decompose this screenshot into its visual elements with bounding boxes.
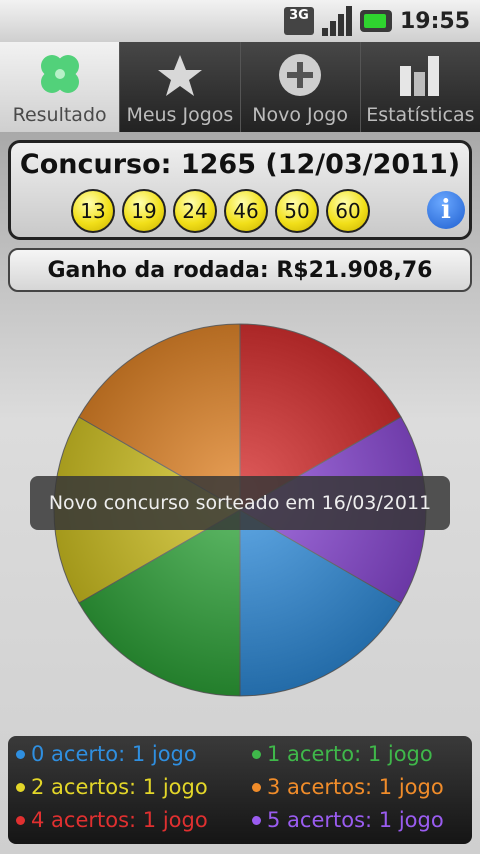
battery-charging-icon [359,10,392,32]
tab-bar: Resultado Meus Jogos Novo Jogo Estatísti… [0,42,480,132]
legend-dot [252,815,261,825]
result-panel: Concurso: 1265 (12/03/2011) 13 19 24 46 … [8,140,472,240]
number-ball: 60 [326,189,370,233]
status-time: 19:55 [399,8,470,34]
legend-label: 2 acertos: 1 jogo [31,775,208,799]
tab-label: Meus Jogos [126,104,234,126]
legend-panel: 0 acerto: 1 jogo 1 acerto: 1 jogo 2 acer… [8,736,472,844]
bar-chart-icon [394,52,446,98]
number-ball: 19 [122,189,166,233]
number-ball: 46 [224,189,268,233]
status-bar: 3G 19:55 [0,0,480,42]
legend-label: 3 acertos: 1 jogo [267,775,444,799]
tab-label: Estatísticas [366,104,475,126]
ganho-rodada: Ganho da rodada: R$21.908,76 [8,248,472,292]
drawn-numbers: 13 19 24 46 50 60 [71,189,370,233]
clover-icon [34,52,86,98]
concurso-title: Concurso: 1265 (12/03/2011) [19,149,461,180]
number-ball: 24 [173,189,217,233]
signal-icon [321,6,352,36]
legend-dot [16,749,25,759]
main-content: Concurso: 1265 (12/03/2011) 13 19 24 46 … [0,132,480,854]
info-button[interactable]: i [427,191,465,229]
legend-item: 1 acerto: 1 jogo [252,742,433,766]
legend-dot [16,815,25,825]
plus-icon [274,52,326,98]
legend-item: 0 acerto: 1 jogo [16,742,197,766]
network-type: 3G [289,8,309,23]
tab-resultado[interactable]: Resultado [0,42,120,132]
tab-novo-jogo[interactable]: Novo Jogo [239,42,360,132]
legend-dot [16,782,25,792]
toast-message: Novo concurso sorteado em 16/03/2011 [30,476,450,530]
legend-item: 5 acertos: 1 jogo [252,808,444,832]
legend-item: 2 acertos: 1 jogo [16,775,208,799]
tab-label: Resultado [12,104,107,126]
legend-dot [252,782,261,792]
legend-item: 3 acertos: 1 jogo [252,775,444,799]
number-ball: 13 [71,189,115,233]
legend-dot [252,749,261,759]
tab-label: Novo Jogo [252,104,348,126]
star-icon [154,52,206,98]
legend-label: 4 acertos: 1 jogo [31,808,208,832]
legend-label: 0 acerto: 1 jogo [31,742,197,766]
tab-estatisticas[interactable]: Estatísticas [359,42,480,132]
legend-label: 5 acertos: 1 jogo [267,808,444,832]
legend-item: 4 acertos: 1 jogo [16,808,208,832]
info-icon: i [441,195,451,225]
number-ball: 50 [275,189,319,233]
network-3g-icon: 3G [283,7,314,35]
tab-meus-jogos[interactable]: Meus Jogos [119,42,240,132]
legend-label: 1 acerto: 1 jogo [267,742,433,766]
